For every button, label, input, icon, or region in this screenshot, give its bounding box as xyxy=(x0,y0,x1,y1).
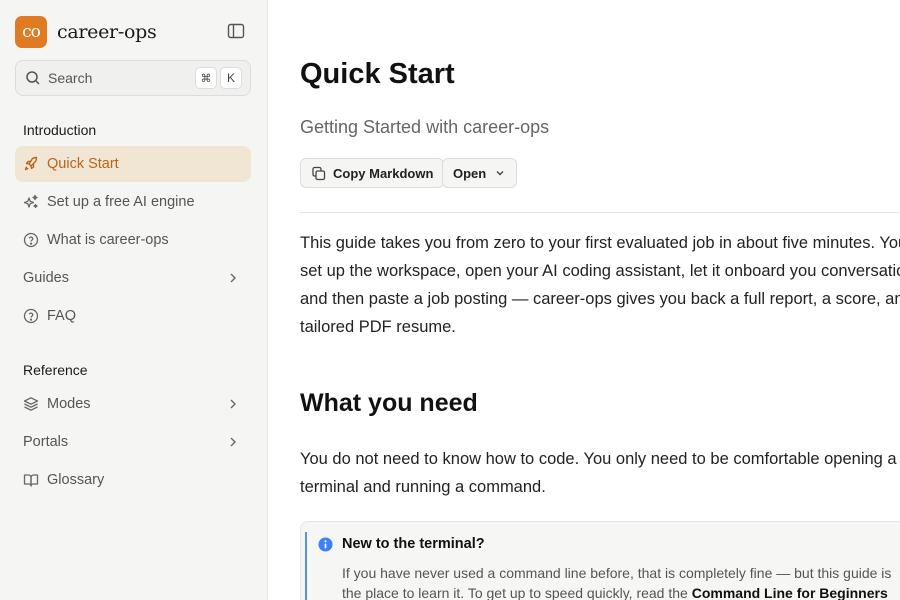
callout-title: New to the terminal? xyxy=(342,536,485,552)
section-title-reference: Reference xyxy=(23,362,88,378)
book-open-icon xyxy=(23,474,39,487)
chevron-right-icon xyxy=(230,273,236,283)
sidebar-toggle-icon[interactable] xyxy=(227,22,245,40)
info-icon xyxy=(318,537,333,552)
section-heading: What you need xyxy=(300,389,478,417)
sidebar-item-label: Glossary xyxy=(47,472,105,488)
sidebar-item-label: What is career-ops xyxy=(47,232,169,248)
search-input[interactable]: Search ⌘ K xyxy=(15,60,251,96)
sidebar-item-portals[interactable]: Portals xyxy=(15,424,251,460)
page-title: Quick Start xyxy=(300,58,455,90)
sidebar-item-label: Modes xyxy=(47,396,91,412)
copy-markdown-label: Copy Markdown xyxy=(333,165,434,181)
copy-icon xyxy=(312,166,326,180)
callout-body: If you have never used a command line be… xyxy=(342,563,891,600)
shortcut-key: K xyxy=(220,67,242,89)
search-placeholder: Search xyxy=(48,70,93,86)
callout-line-text: the place to learn it. To get up to spee… xyxy=(342,585,692,600)
sidebar-item-label: FAQ xyxy=(47,308,77,324)
callout-line: the place to learn it. To get up to spee… xyxy=(342,583,891,600)
sidebar-item-guides[interactable]: Guides xyxy=(15,260,251,296)
brand[interactable]: co career-ops xyxy=(15,16,157,48)
intro-line: set up the workspace, open your AI codin… xyxy=(300,262,900,280)
brand-logo: co xyxy=(15,16,47,48)
need-line: You do not need to know how to code. You… xyxy=(300,450,897,468)
sidebar-item-quick-start[interactable]: Quick Start xyxy=(15,146,251,182)
callout-accent-bar xyxy=(305,532,307,600)
main-content: Quick Start Getting Started with career-… xyxy=(268,0,900,600)
shortcut-modifier: ⌘ xyxy=(195,67,217,89)
sidebar: co career-ops Search ⌘ K Introduction Qu… xyxy=(0,0,268,600)
divider xyxy=(300,212,900,213)
sidebar-item-glossary[interactable]: Glossary xyxy=(15,462,251,498)
intro-paragraph: This guide takes you from zero to your f… xyxy=(300,229,900,341)
open-label: Open xyxy=(453,165,487,181)
chevron-down-icon xyxy=(496,171,504,176)
command-line-guide-link[interactable]: Command Line for Beginners xyxy=(692,585,888,600)
intro-line: tailored PDF resume. xyxy=(300,318,456,336)
sidebar-item-label: Set up a free AI engine xyxy=(47,194,195,210)
layers-icon xyxy=(23,397,39,411)
intro-line: This guide takes you from zero to your f… xyxy=(300,234,900,252)
chevron-right-icon xyxy=(230,437,236,447)
help-circle-icon xyxy=(23,308,39,324)
sidebar-item-faq[interactable]: FAQ xyxy=(15,298,251,334)
help-circle-icon xyxy=(23,232,39,248)
sidebar-item-what-is[interactable]: What is career-ops xyxy=(15,222,251,258)
search-icon xyxy=(26,71,40,85)
section-title-introduction: Introduction xyxy=(23,122,97,138)
chevron-right-icon xyxy=(230,399,236,409)
brand-name: career-ops xyxy=(57,21,157,43)
callout-line: If you have never used a command line be… xyxy=(342,565,892,581)
open-dropdown-button[interactable]: Open xyxy=(442,158,518,188)
info-callout: New to the terminal? If you have never u… xyxy=(300,521,900,600)
sidebar-item-label: Quick Start xyxy=(47,156,119,172)
intro-line: and then paste a job posting — career-op… xyxy=(300,290,900,308)
rocket-icon xyxy=(24,156,38,171)
need-paragraph: You do not need to know how to code. You… xyxy=(300,445,900,501)
need-line: terminal and running a command. xyxy=(300,478,546,496)
copy-markdown-button[interactable]: Copy Markdown xyxy=(300,158,445,188)
sparkles-icon xyxy=(23,194,38,209)
page-subtitle: Getting Started with career-ops xyxy=(300,117,550,137)
sidebar-item-modes[interactable]: Modes xyxy=(15,386,251,422)
sidebar-item-label: Portals xyxy=(23,434,69,450)
sidebar-item-label: Guides xyxy=(23,270,69,286)
sidebar-item-ai-engine[interactable]: Set up a free AI engine xyxy=(15,184,251,220)
